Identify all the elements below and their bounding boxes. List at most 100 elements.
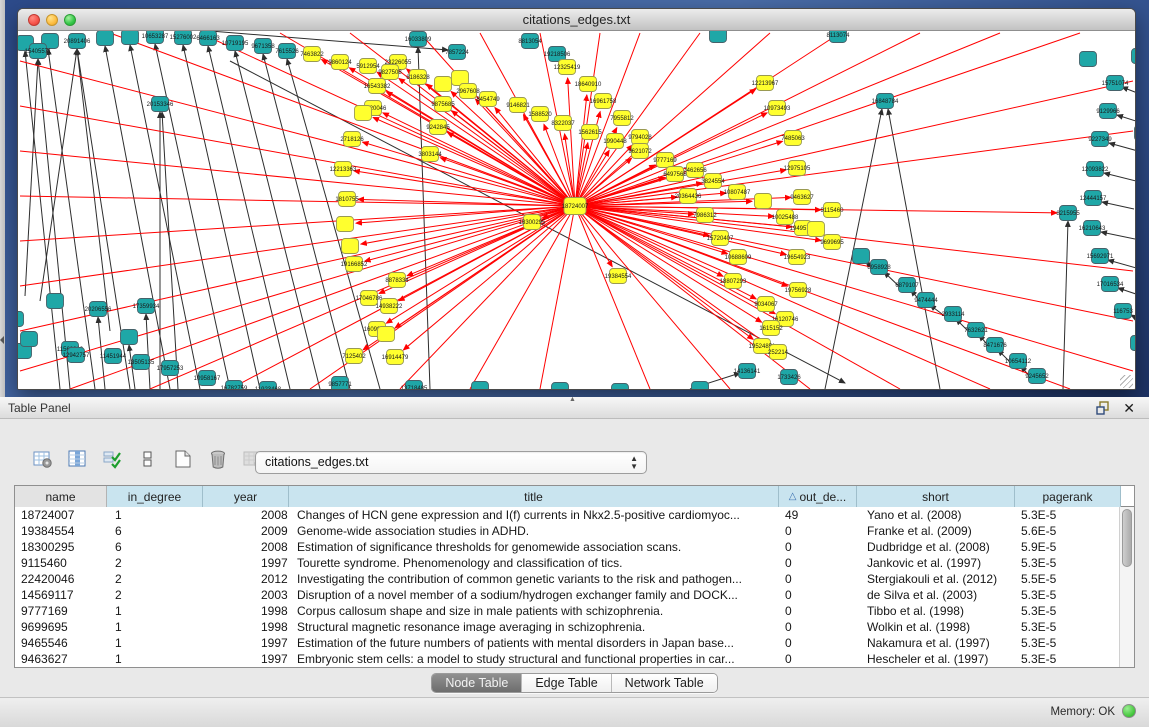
table-scrollbar-thumb[interactable]	[1122, 509, 1132, 567]
unselect-all-icon[interactable]	[135, 447, 161, 471]
window-titlebar[interactable]: citations_edges.txt	[18, 9, 1135, 31]
graph-node[interactable]	[355, 106, 372, 121]
tab-node-table[interactable]: Node Table	[432, 674, 522, 692]
graph-edge-red[interactable]	[575, 206, 1133, 371]
column-header-year[interactable]: year	[203, 486, 289, 507]
graph-edge-red[interactable]	[403, 206, 575, 350]
graph-edge-red[interactable]	[540, 206, 575, 389]
graph-edge-black[interactable]	[146, 314, 150, 389]
graph-edge-black[interactable]	[1109, 143, 1135, 151]
graph-edge-black[interactable]	[1101, 232, 1135, 239]
graph-node[interactable]	[612, 384, 629, 391]
graph-edge-black[interactable]	[1122, 87, 1135, 96]
graph-edge-black[interactable]	[208, 46, 290, 389]
select-all-icon[interactable]	[100, 447, 126, 471]
table-scrollbar[interactable]	[1119, 507, 1134, 667]
graph-node[interactable]	[755, 194, 772, 209]
graph-node[interactable]	[342, 239, 359, 254]
graph-edge-red[interactable]	[575, 33, 1080, 206]
graph-node[interactable]	[21, 332, 38, 347]
table-row[interactable]: 1872400712008Changes of HCN gene express…	[15, 507, 1134, 523]
graph-edge-black[interactable]	[1102, 202, 1134, 209]
graph-node[interactable]	[853, 249, 870, 264]
graph-edge-red[interactable]	[575, 131, 1133, 206]
table-cell: 5.5E-5	[1015, 571, 1121, 587]
float-panel-icon[interactable]	[1095, 400, 1111, 416]
column-header-title[interactable]: title	[289, 486, 779, 507]
table-row[interactable]: 911546021997Tourette syndrome. Phenomeno…	[15, 555, 1134, 571]
graph-edge-black[interactable]	[1118, 288, 1135, 296]
table-row[interactable]: 946362711997Embryonic stem cells: a mode…	[15, 651, 1134, 667]
graph-edge-black[interactable]	[77, 49, 110, 331]
graph-edge-black[interactable]	[1117, 115, 1135, 123]
table-row[interactable]: 1456911722003Disruption of a novel membe…	[15, 587, 1134, 603]
table-cell: 0	[779, 651, 857, 667]
table-row[interactable]: 946554611997Estimation of the future num…	[15, 635, 1134, 651]
column-header-label: short	[922, 490, 949, 504]
graph-edge-red[interactable]	[400, 206, 575, 389]
table-row[interactable]: 977716911998Corpus callosum shape and si…	[15, 603, 1134, 619]
table-row[interactable]: 2242004622012Investigating the contribut…	[15, 571, 1134, 587]
graph-node-label: 9227349	[1088, 137, 1112, 143]
graph-node[interactable]	[378, 327, 395, 342]
table-row[interactable]: 969969511998Structural magnetic resonanc…	[15, 619, 1134, 635]
new-file-icon[interactable]	[170, 447, 196, 471]
graph-edge-red[interactable]	[407, 206, 575, 276]
splitter-collapse-arrow-icon[interactable]	[0, 336, 4, 344]
table-cell: Nakamura et al. (1997)	[857, 635, 1015, 651]
graph-node[interactable]	[1132, 49, 1136, 64]
network-table-select[interactable]: citations_edges.txt ▲▼	[255, 451, 647, 474]
graph-node[interactable]	[692, 382, 709, 391]
column-header-out_de[interactable]: △out_de...	[779, 486, 857, 507]
graph-node[interactable]	[121, 330, 138, 345]
table-row[interactable]: 1830029562008Estimation of significance …	[15, 539, 1134, 555]
tab-edge-table[interactable]: Edge Table	[522, 674, 611, 692]
network-canvas[interactable]: 2089140615405571106532871527600264661631…	[18, 31, 1135, 390]
graph-node[interactable]	[1131, 336, 1136, 351]
graph-node-label: 18724007	[562, 204, 589, 210]
graph-node[interactable]	[808, 222, 825, 237]
delete-icon[interactable]	[205, 447, 231, 471]
graph-edge-black[interactable]	[1104, 173, 1135, 181]
graph-node[interactable]	[337, 217, 354, 232]
left-splitter[interactable]	[0, 0, 5, 397]
graph-node[interactable]	[47, 294, 64, 309]
graph-node[interactable]	[552, 383, 569, 391]
column-header-pagerank[interactable]: pagerank	[1015, 486, 1121, 507]
graph-edge-red[interactable]	[575, 81, 1133, 206]
splitter-handle-icon[interactable]: ▲	[569, 396, 576, 403]
show-columns-icon[interactable]	[65, 447, 91, 471]
graph-edge-black[interactable]	[1063, 221, 1068, 389]
graph-edge-red[interactable]	[20, 61, 575, 206]
graph-node[interactable]	[1135, 126, 1136, 141]
table-settings-icon[interactable]	[30, 447, 56, 471]
graph-node[interactable]	[18, 312, 24, 327]
column-header-short[interactable]: short	[857, 486, 1015, 507]
graph-node[interactable]	[710, 31, 727, 43]
graph-node[interactable]	[122, 31, 139, 45]
tab-network-table[interactable]: Network Table	[612, 674, 717, 692]
graph-edge-red[interactable]	[575, 33, 1000, 206]
graph-node[interactable]	[435, 77, 452, 92]
table-row[interactable]: 1938455462009Genome-wide association stu…	[15, 523, 1134, 539]
graph-edge-red[interactable]	[373, 117, 575, 206]
graph-edge-black[interactable]	[155, 44, 230, 389]
column-header-in_degree[interactable]: in_degree	[107, 486, 203, 507]
graph-edge-red[interactable]	[20, 206, 575, 371]
graph-node[interactable]	[472, 382, 489, 391]
graph-edge-black[interactable]	[1108, 260, 1135, 269]
graph-edge-black[interactable]	[162, 112, 178, 389]
graph-edge-red[interactable]	[575, 206, 900, 389]
window-resize-grip[interactable]	[1120, 375, 1133, 388]
graph-edge-black[interactable]	[40, 49, 77, 301]
graph-node[interactable]	[1080, 52, 1097, 67]
graph-edge-red[interactable]	[575, 33, 600, 206]
graph-edge-black[interactable]	[25, 59, 38, 296]
column-header-name[interactable]: name	[15, 486, 107, 507]
memory-status-indicator[interactable]	[1122, 704, 1136, 718]
close-panel-icon[interactable]: ✕	[1123, 399, 1135, 417]
table-cell: 1998	[203, 603, 289, 619]
graph-node[interactable]	[97, 31, 114, 46]
graph-edge-red[interactable]	[363, 142, 575, 206]
graph-edge-red[interactable]	[200, 33, 575, 206]
